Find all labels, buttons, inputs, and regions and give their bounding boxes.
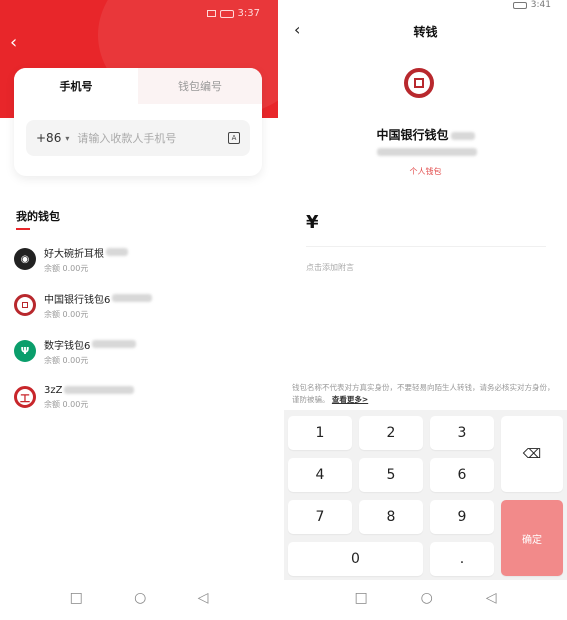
- system-nav-bar: □ ○ ◁: [284, 590, 567, 606]
- key-6[interactable]: 6: [430, 458, 494, 492]
- heading-underline: [16, 228, 30, 230]
- wallet-name: 3zZ: [44, 384, 63, 396]
- wallet-type: 个人钱包: [409, 167, 442, 176]
- recent-apps-icon[interactable]: □: [354, 590, 367, 606]
- recent-apps-icon[interactable]: □: [70, 590, 83, 606]
- icbc-logo-icon: 工: [14, 386, 36, 408]
- wallet-list-item[interactable]: ◉ 好大碗折耳根 余额 0.00元: [14, 242, 254, 276]
- transfer-screen: 3:41 ‹ 转钱 中国银行钱包 个人钱包 ¥ 点击添加附言 钱包名称不代表对方…: [284, 0, 567, 620]
- wallet-name: 好大碗折耳根: [44, 248, 104, 260]
- wallet-balance: 余额 0.00元: [44, 399, 89, 409]
- key-2[interactable]: 2: [359, 416, 423, 450]
- masked-text: [112, 294, 153, 302]
- penguin-icon: ◉: [14, 248, 36, 270]
- tab-bar: 手机号 钱包编号: [14, 68, 262, 104]
- status-bar: 3:37: [206, 8, 260, 19]
- wallet-balance: 余额 0.00元: [44, 309, 89, 319]
- my-wallet-heading: 我的钱包: [16, 210, 60, 223]
- confirm-button[interactable]: 确定: [501, 500, 563, 576]
- phone-input-row: +86 ▾ A: [26, 120, 250, 156]
- country-code[interactable]: +86: [36, 131, 61, 145]
- masked-text: [450, 131, 475, 140]
- amount-input-underline[interactable]: [306, 246, 546, 247]
- back-triangle-icon[interactable]: ◁: [486, 590, 497, 606]
- wallet-name: 中国银行钱包6: [44, 294, 111, 306]
- status-bar: 3:41: [512, 0, 551, 10]
- phone-input[interactable]: [77, 131, 228, 145]
- masked-text: [92, 340, 137, 348]
- status-time: 3:41: [530, 0, 551, 10]
- masked-text: [64, 386, 135, 394]
- system-nav-bar: □ ○ ◁: [0, 590, 278, 606]
- wallet-balance: 余额 0.00元: [44, 355, 89, 365]
- numeric-keypad: 1 2 3 ⌫ 4 5 6 7 8 9 确定 0 .: [284, 410, 567, 580]
- security-warning: 钱包名称不代表对方真实身份，不要轻易向陌生人转钱，请务必核实对方身份，谨防被骗。…: [292, 382, 560, 405]
- back-chevron-icon[interactable]: ‹: [10, 32, 17, 53]
- backspace-icon[interactable]: ⌫: [501, 416, 563, 492]
- abc-logo-icon: Ψ: [14, 340, 36, 362]
- caret-down-icon[interactable]: ▾: [65, 134, 69, 143]
- key-1[interactable]: 1: [288, 416, 352, 450]
- battery-icon: [219, 9, 234, 18]
- add-memo-link[interactable]: 点击添加附言: [306, 262, 354, 273]
- currency-symbol: ¥: [306, 212, 319, 233]
- key-8[interactable]: 8: [359, 500, 423, 534]
- screenshot-root: 3:37 ‹ 手机号 钱包编号 +86 ▾ A 我的钱包 ◉ 好大碗折耳根 余额…: [0, 0, 567, 620]
- wallet-balance: 余额 0.00元: [44, 263, 89, 273]
- signal-icon: [206, 10, 216, 17]
- contacts-icon[interactable]: A: [228, 132, 240, 144]
- key-4[interactable]: 4: [288, 458, 352, 492]
- home-icon[interactable]: ○: [134, 590, 146, 606]
- tab-wallet-number[interactable]: 钱包编号: [138, 68, 262, 104]
- recipient-screen: 3:37 ‹ 手机号 钱包编号 +86 ▾ A 我的钱包 ◉ 好大碗折耳根 余额…: [0, 0, 278, 620]
- page-title: 转钱: [413, 25, 438, 39]
- key-0[interactable]: 0: [288, 542, 423, 576]
- wallet-name: 数字钱包6: [44, 340, 91, 352]
- masked-text: [376, 148, 477, 156]
- back-triangle-icon[interactable]: ◁: [198, 590, 209, 606]
- key-9[interactable]: 9: [430, 500, 494, 534]
- home-icon[interactable]: ○: [421, 590, 433, 606]
- recipient-card: 手机号 钱包编号 +86 ▾ A: [14, 68, 262, 176]
- status-time: 3:37: [237, 8, 260, 19]
- wallet-list-item[interactable]: Ψ 数字钱包6 余额 0.00元: [14, 334, 254, 368]
- wallet-name: 中国银行钱包: [376, 128, 449, 142]
- boc-logo-icon: [404, 68, 434, 98]
- key-7[interactable]: 7: [288, 500, 352, 534]
- key-3[interactable]: 3: [430, 416, 494, 450]
- masked-text: [106, 248, 128, 256]
- see-more-link[interactable]: 查看更多>: [332, 395, 368, 404]
- wallet-number: [284, 148, 567, 158]
- key-5[interactable]: 5: [359, 458, 423, 492]
- tab-phone-number[interactable]: 手机号: [14, 68, 138, 104]
- wallet-list-item[interactable]: 中国银行钱包6 余额 0.00元: [14, 288, 254, 322]
- wallet-list-item[interactable]: 工 3zZ 余额 0.00元: [14, 380, 254, 414]
- key-dot[interactable]: .: [430, 542, 494, 576]
- boc-logo-icon: [14, 294, 36, 316]
- battery-icon: [512, 1, 527, 9]
